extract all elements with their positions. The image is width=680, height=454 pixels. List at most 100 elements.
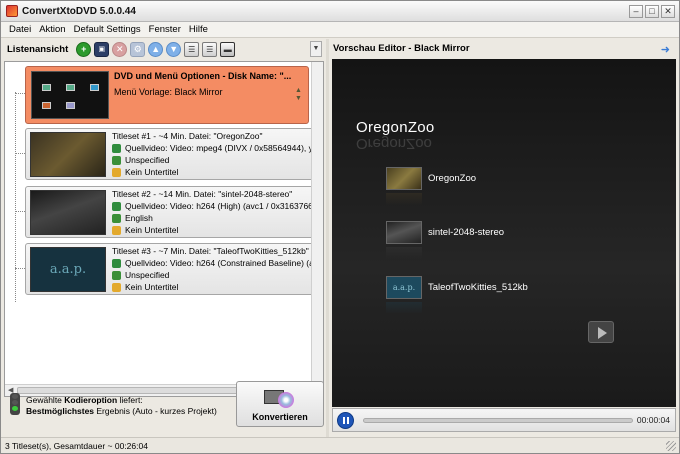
tree-tick	[15, 153, 25, 154]
titleset-item[interactable]: a.a.p. Titleset #3 - ~7 Min. Datei: "Tal…	[25, 243, 315, 295]
play-icon[interactable]	[588, 321, 614, 343]
audio-line: English	[112, 213, 153, 223]
view-compact-icon[interactable]: ▬	[220, 41, 236, 57]
convert-button[interactable]: Konvertieren	[236, 381, 324, 427]
arrow-right-icon[interactable]: ➜	[661, 43, 670, 56]
audio-info: Unspecified	[125, 270, 170, 280]
video-info: Quellvideo: Video: mpeg4 (DIVX / 0x58564…	[125, 143, 315, 153]
settings-icon[interactable]: ⚙	[130, 41, 146, 57]
preview-reflection	[386, 247, 422, 259]
titleset-item[interactable]: Titleset #2 - ~14 Min. Datei: "sintel-20…	[25, 186, 315, 238]
window-title: ConvertXtoDVD 5.0.0.44	[22, 5, 136, 17]
preview-screen[interactable]: OregonZoo OregonZoo OregonZoo sintel-204…	[332, 59, 676, 407]
preview-panel: Vorschau Editor - Black Mirror ➜ OregonZ…	[330, 39, 678, 437]
subtitle-icon	[112, 167, 121, 177]
add-icon[interactable]: +	[76, 41, 92, 57]
menu-aktion[interactable]: Aktion	[35, 24, 69, 35]
quality-rest: Ergebnis (Auto - kurzes Projekt)	[94, 406, 217, 416]
toolbar-dropdown-icon[interactable]: ▼	[310, 41, 322, 57]
titleset-item[interactable]: Titleset #1 - ~4 Min. Datei: "OregonZoo"…	[25, 128, 315, 180]
move-up-icon[interactable]: ▲	[148, 41, 164, 57]
convert-label: Konvertieren	[252, 412, 308, 422]
encoding-keyword[interactable]: Kodieroption	[64, 395, 117, 405]
app-window: ConvertXtoDVD 5.0.0.44 – □ ✕ Datei Aktio…	[0, 0, 680, 454]
tree-tick	[15, 268, 25, 269]
titleset-thumbnail	[30, 132, 106, 177]
preview-thumbnail	[386, 221, 422, 244]
subtitle-icon	[112, 282, 121, 292]
menu-default-settings[interactable]: Default Settings	[70, 24, 145, 35]
minimize-button[interactable]: –	[629, 5, 643, 18]
convert-film-icon	[264, 388, 296, 408]
preview-menu-item[interactable]: a.a.p. TaleofTwoKitties_512kb	[386, 276, 528, 299]
move-down-icon[interactable]: ▼	[166, 41, 182, 57]
preview-reflection	[386, 193, 422, 205]
video-info: Quellvideo: Video: h264 (High) (avc1 / 0…	[125, 201, 313, 211]
menu-thumbnail	[31, 71, 109, 119]
view-list-icon[interactable]: ☰	[184, 41, 200, 57]
tree-tick	[15, 93, 25, 94]
reorder-arrows-icon[interactable]: ▲ ▼	[295, 87, 304, 103]
subtitle-line: Kein Untertitel	[112, 167, 178, 177]
menu-datei[interactable]: Datei	[5, 24, 35, 35]
title-list: DVD und Menü Optionen - Disk Name: "... …	[4, 61, 324, 397]
menu-hilfe[interactable]: Hilfe	[185, 24, 212, 35]
audio-line: Unspecified	[112, 270, 169, 280]
pause-icon[interactable]	[337, 412, 354, 429]
subtitle-info: Kein Untertitel	[125, 282, 179, 292]
subtitle-line: Kein Untertitel	[112, 225, 178, 235]
resize-grip-icon[interactable]	[666, 441, 676, 451]
subtitle-icon	[112, 225, 121, 235]
preview-reflection	[386, 302, 422, 314]
preview-menu-item[interactable]: sintel-2048-stereo	[386, 221, 504, 244]
video-line: Quellvideo: Video: mpeg4 (DIVX / 0x58564…	[112, 143, 315, 153]
menu-template-label: Menü Vorlage: Black Mirror	[114, 87, 223, 97]
window-controls: – □ ✕	[629, 5, 675, 18]
encoding-suffix: liefert:	[117, 395, 143, 405]
quality-keyword: Bestmöglichstes	[26, 406, 95, 416]
audio-info: English	[125, 213, 153, 223]
subtitle-info: Kein Untertitel	[125, 225, 179, 235]
audio-icon	[112, 213, 121, 223]
video-line: Quellvideo: Video: h264 (High) (avc1 / 0…	[112, 201, 313, 211]
panel-splitter[interactable]	[326, 39, 329, 437]
menu-options-title: DVD und Menü Optionen - Disk Name: "...	[114, 71, 292, 81]
maximize-button[interactable]: □	[645, 5, 659, 18]
preview-menu-item[interactable]: OregonZoo	[386, 167, 476, 190]
audio-info: Unspecified	[125, 155, 170, 165]
list-panel: Listenansicht + ▣ ✕ ⚙ ▲ ▼ ☰ ☰ ▬ ▼ DVD un…	[4, 39, 324, 437]
menu-bar: Datei Aktion Default Settings Fenster Hi…	[1, 22, 679, 38]
video-info: Quellvideo: Video: h264 (Constrained Bas…	[125, 258, 315, 268]
status-text: 3 Titleset(s), Gesamtdauer ~ 00:26:04	[5, 440, 148, 451]
title-bar[interactable]: ConvertXtoDVD 5.0.0.44 – □ ✕	[1, 1, 679, 22]
menu-options-card[interactable]: DVD und Menü Optionen - Disk Name: "... …	[25, 66, 309, 124]
preview-header: Vorschau Editor - Black Mirror ➜	[330, 39, 678, 57]
player-controls: 00:00:04	[332, 408, 676, 432]
preview-heading-reflection: OregonZoo	[356, 135, 432, 152]
delete-icon[interactable]: ✕	[112, 41, 128, 57]
video-icon	[112, 258, 121, 268]
view-details-icon[interactable]: ☰	[202, 41, 218, 57]
encoding-prefix: Gewählte	[26, 395, 65, 405]
seek-slider[interactable]	[363, 418, 633, 423]
app-logo-icon	[6, 5, 18, 17]
titleset-thumbnail	[30, 190, 106, 235]
titleset-header: Titleset #3 - ~7 Min. Datei: "TaleofTwoK…	[112, 246, 309, 256]
encoding-status-text: Gewählte Kodieroption liefert: Bestmögli…	[26, 395, 217, 417]
preview-item-label: TaleofTwoKitties_512kb	[428, 282, 528, 293]
video-line: Quellvideo: Video: h264 (Constrained Bas…	[112, 258, 315, 268]
titleset-header: Titleset #2 - ~14 Min. Datei: "sintel-20…	[112, 189, 293, 199]
close-button[interactable]: ✕	[661, 5, 675, 18]
tree-tick	[15, 211, 25, 212]
audio-icon	[112, 270, 121, 280]
tree-connector	[15, 92, 16, 302]
vertical-scrollbar[interactable]	[311, 62, 323, 385]
save-icon[interactable]: ▣	[94, 41, 110, 57]
encoding-status-area: Gewählte Kodieroption liefert: Bestmögli…	[4, 379, 324, 429]
video-icon	[112, 201, 121, 211]
status-bar: 3 Titleset(s), Gesamtdauer ~ 00:26:04	[1, 437, 679, 453]
video-icon	[112, 143, 121, 153]
playback-time: 00:00:04	[636, 415, 670, 425]
list-view-label: Listenansicht	[7, 43, 69, 55]
menu-fenster[interactable]: Fenster	[145, 24, 185, 35]
